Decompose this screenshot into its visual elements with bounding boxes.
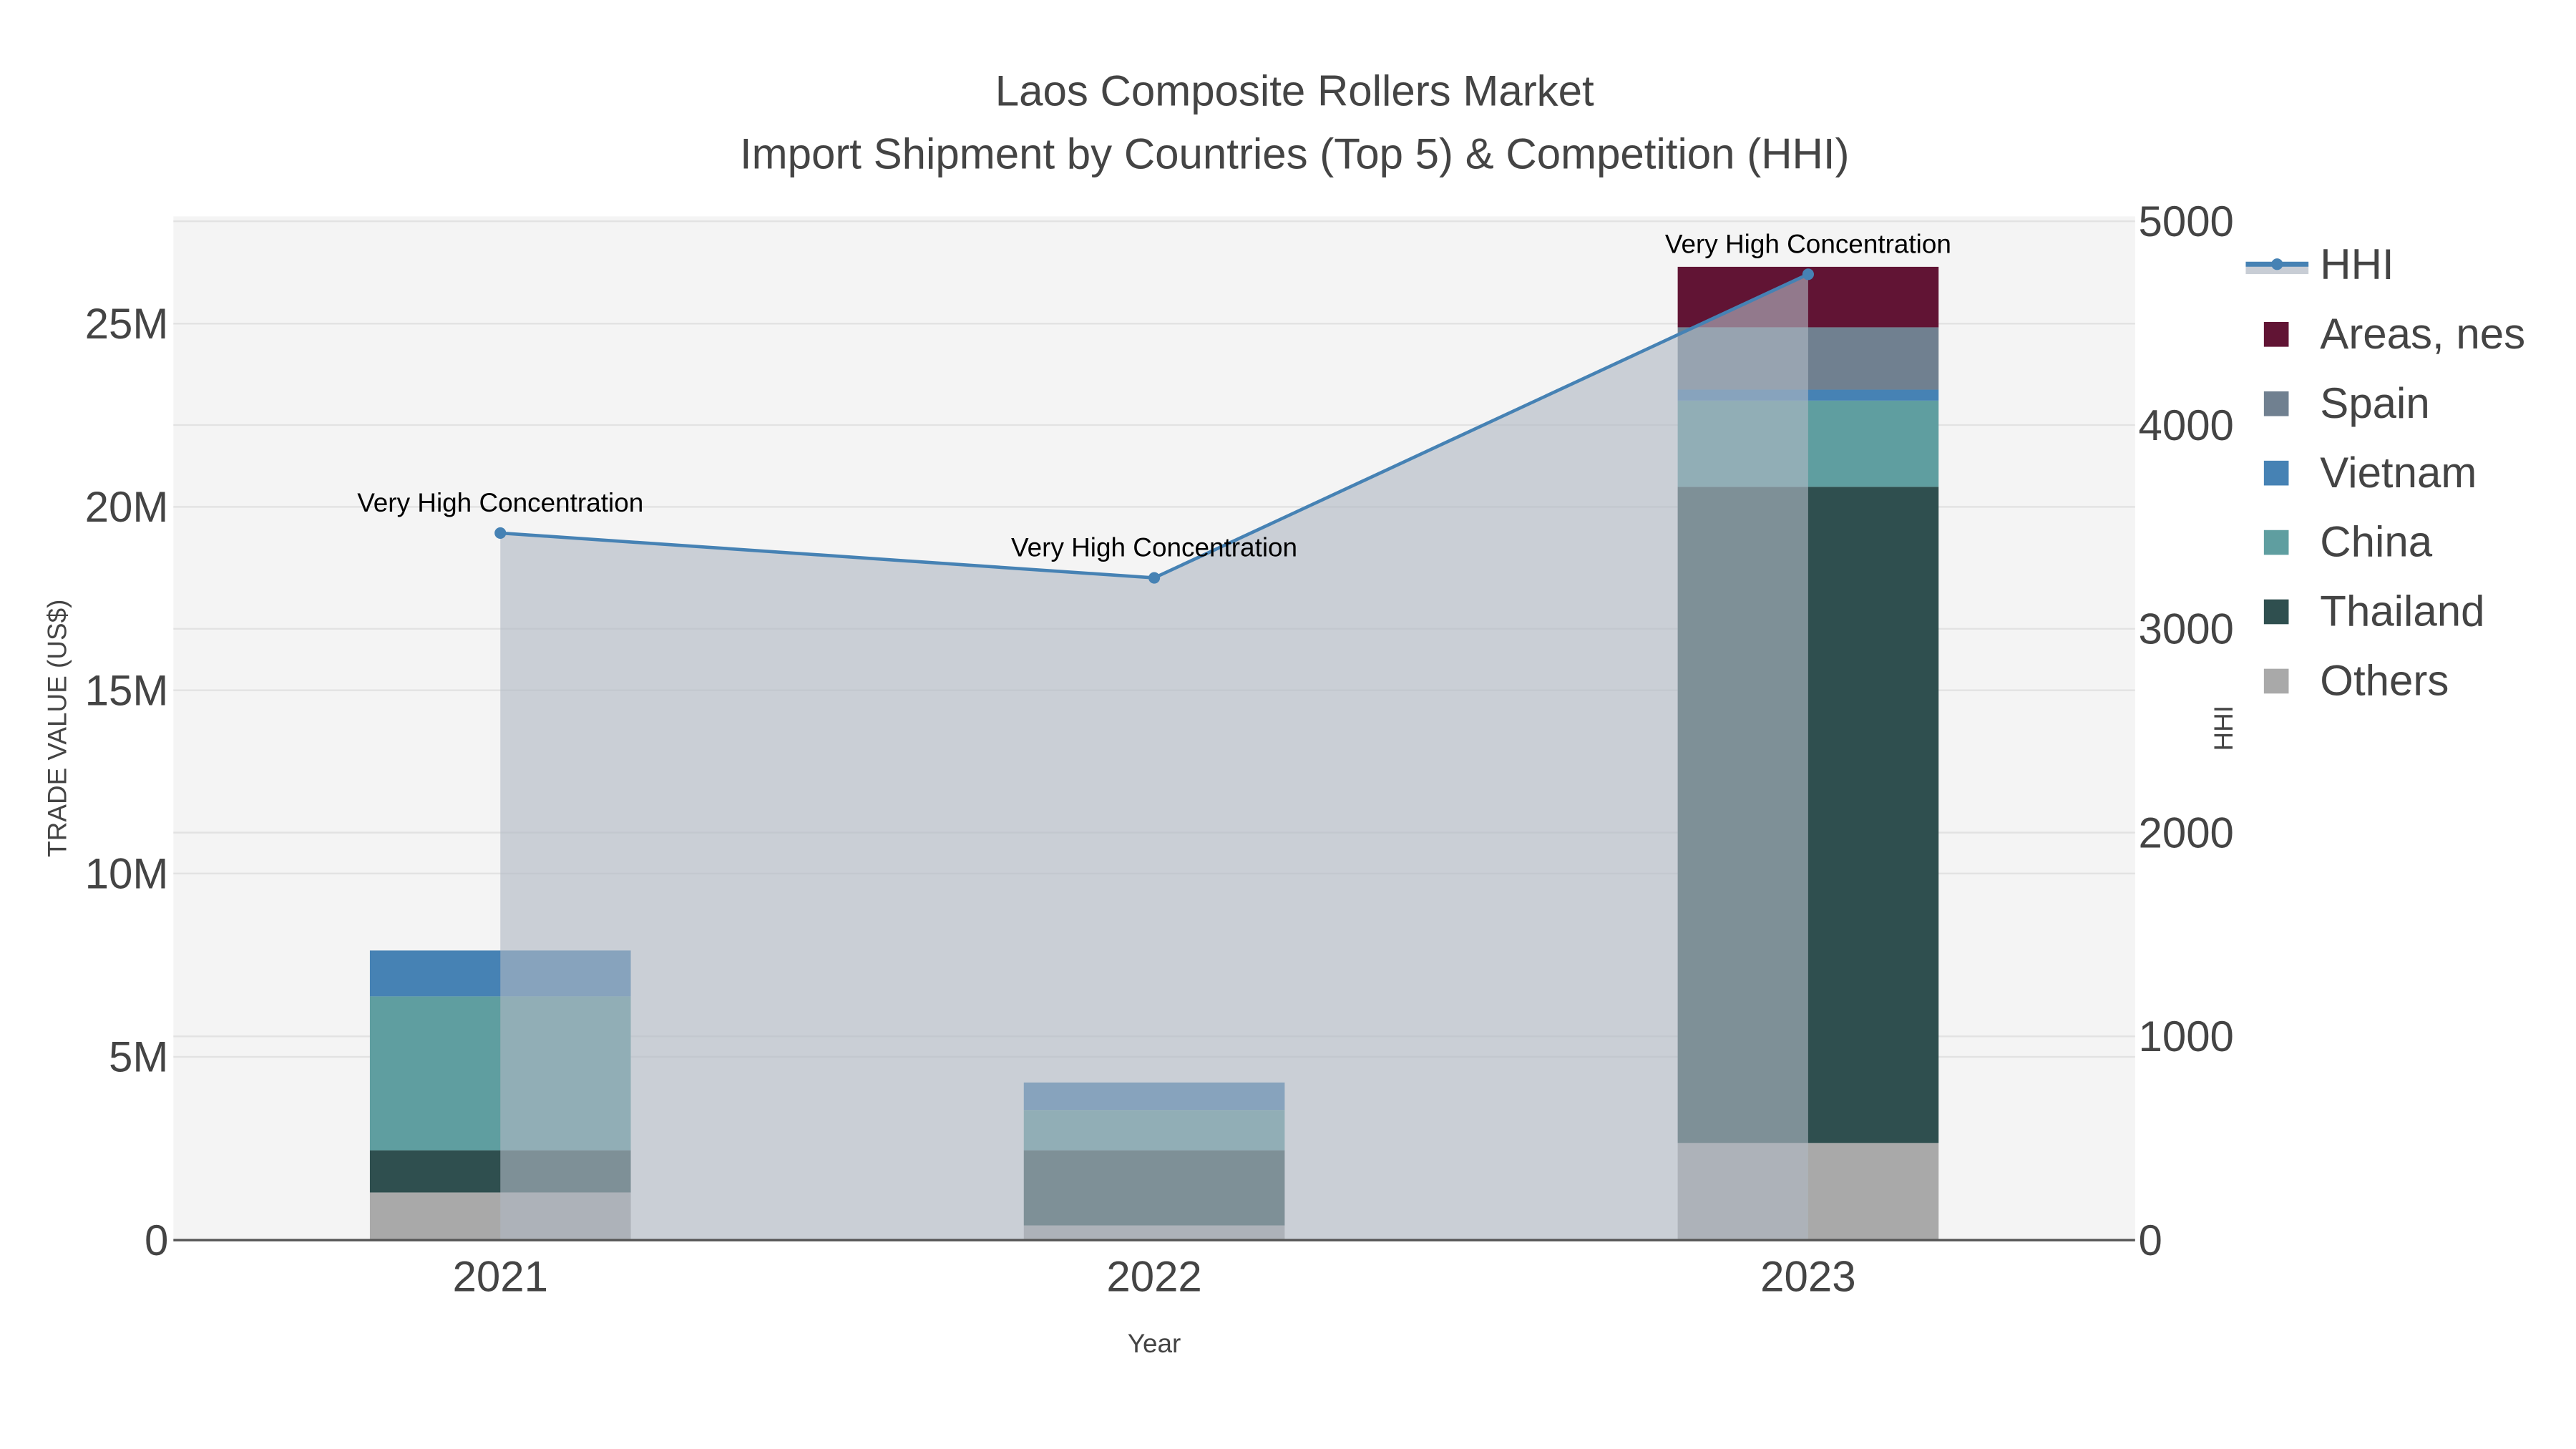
y2-tick-label: 2000 bbox=[2138, 809, 2233, 857]
x-tick-label: 2021 bbox=[452, 1253, 547, 1301]
legend-swatch-spain bbox=[2263, 391, 2289, 416]
y2-tick-label: 4000 bbox=[2138, 401, 2233, 449]
legend-label: HHI bbox=[2320, 240, 2394, 288]
legend-label: Others bbox=[2320, 657, 2449, 705]
x-tick-label: 2022 bbox=[1106, 1253, 1201, 1301]
chart-subtitle: Import Shipment by Countries (Top 5) & C… bbox=[740, 130, 1850, 177]
legend-label: Spain bbox=[2320, 379, 2429, 427]
x-tick-label: 2023 bbox=[1760, 1253, 1855, 1301]
legend-hhi-marker-icon bbox=[2271, 258, 2283, 270]
legend-label: Thailand bbox=[2320, 587, 2484, 635]
legend-swatch-thailand bbox=[2263, 599, 2289, 625]
legend-swatch-china bbox=[2263, 530, 2289, 555]
y-tick-label: 0 bbox=[145, 1216, 168, 1264]
legend-swatch-others bbox=[2263, 668, 2289, 694]
hhi-point-2022 bbox=[1148, 572, 1161, 584]
legend-swatch-vietnam bbox=[2263, 460, 2289, 486]
hhi-point-2021 bbox=[494, 527, 507, 540]
chart-title: Laos Composite Rollers Market bbox=[995, 67, 1594, 115]
y2-tick-label: 0 bbox=[2138, 1216, 2162, 1264]
legend: HHI Areas, nes Spain Vietnam China Thailand Ot… bbox=[2245, 240, 2525, 705]
legend-label: Areas, nes bbox=[2320, 310, 2525, 358]
y-tick-label: 10M bbox=[85, 850, 169, 898]
legend-label: China bbox=[2320, 518, 2432, 566]
y-tick-label: 5M bbox=[109, 1033, 168, 1081]
hhi-annotation: Very High Concentration bbox=[1011, 533, 1297, 562]
y2-tick-label: 3000 bbox=[2138, 605, 2233, 653]
hhi-annotation: Very High Concentration bbox=[1665, 229, 1951, 258]
y-tick-label: 20M bbox=[85, 483, 169, 531]
y-tick-label: 25M bbox=[85, 300, 169, 348]
hhi-annotation: Very High Concentration bbox=[357, 488, 643, 517]
y-tick-label: 15M bbox=[85, 666, 169, 714]
y2-tick-label: 5000 bbox=[2138, 197, 2233, 245]
x-axis-title: Year bbox=[1128, 1329, 1181, 1358]
y2-axis-title: HHI bbox=[2209, 706, 2238, 751]
y2-tick-label: 1000 bbox=[2138, 1013, 2233, 1060]
legend-swatch-areas-nes bbox=[2263, 322, 2289, 347]
chart: Very High Concentration Very High Concent… bbox=[42, 67, 2525, 1358]
legend-label: Vietnam bbox=[2320, 449, 2477, 497]
y-axis-title: TRADE VALUE (US$) bbox=[42, 600, 72, 857]
hhi-point-2023 bbox=[1802, 268, 1814, 280]
